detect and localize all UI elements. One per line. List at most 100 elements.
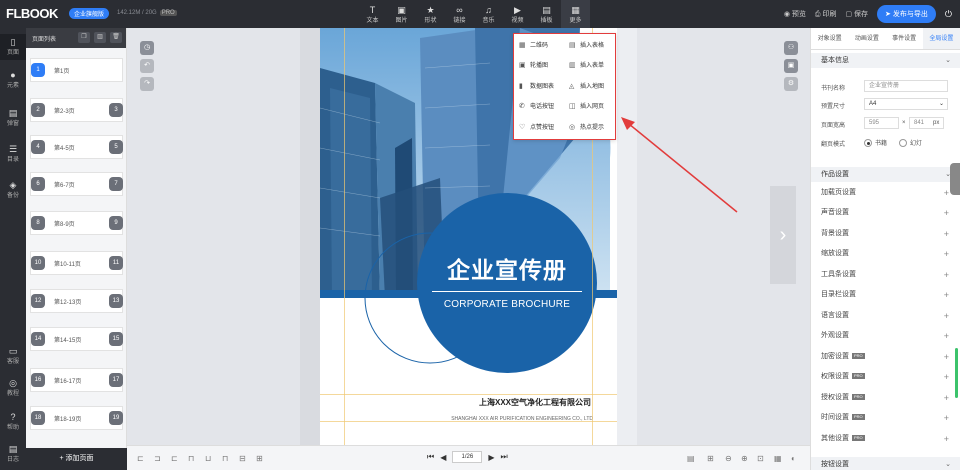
align-right-icon[interactable]: ⊏ [171,454,178,463]
copy-icon[interactable]: ❐ [78,32,90,43]
add-page-button[interactable]: + 添加页面 [26,448,127,470]
next-page-arrow[interactable]: › [770,186,796,284]
menu-like[interactable]: ♡ 点赞按钮 [516,118,566,138]
page-thumb[interactable]: 6 第6-7页 7 [26,172,127,200]
page-thumb[interactable]: 14 第14-15页 15 [26,327,127,355]
menu-qrcode[interactable]: ▦ 二维码 [516,36,566,56]
align-left-icon[interactable]: ⊏ [137,454,144,463]
prev-page-icon[interactable]: ◀ [440,453,446,462]
setting-toolbar[interactable]: 工具条设置 + [811,265,960,285]
nav-support[interactable]: ▭ 客服 [0,346,26,365]
align-middle-icon[interactable]: ⊔ [205,454,211,463]
redo-icon[interactable]: ↷ [140,77,154,91]
print-button[interactable]: ⎙ 印刷 [815,9,837,19]
power-icon[interactable]: ⏻ [945,9,952,20]
layout-icon[interactable]: ▦ [774,454,782,463]
setting-language[interactable]: 语言设置 + [811,306,960,326]
distribute-v-icon[interactable]: ⊞ [256,454,263,463]
align-center-icon[interactable]: ⊐ [154,454,161,463]
tab-global[interactable]: 全局设置 [922,28,960,49]
nav-help[interactable]: ? 帮助 [0,412,26,431]
zoom-in-icon[interactable]: ⊕ [741,454,748,463]
setting-other[interactable]: 其他设置 PRO + [811,429,960,449]
tool-board[interactable]: ▤ 插板 [532,0,561,28]
setting-encryption[interactable]: 加密设置 PRO + [811,347,960,367]
zoom-out-icon[interactable]: ⊖ [725,454,732,463]
preview-button[interactable]: ◉ 预览 [784,9,806,19]
setting-background[interactable]: 背景设置 + [811,224,960,244]
last-page-icon[interactable]: ⏭ [501,452,508,462]
first-page-icon[interactable]: ⏮ [427,452,434,462]
next-page-icon[interactable]: ▶ [488,453,494,462]
page-thumb[interactable]: 16 第16-17页 17 [26,368,127,396]
page-thumb[interactable]: 2 第2-3页 3 [26,98,127,126]
setting-permission[interactable]: 权限设置 PRO + [811,367,960,387]
tool-music[interactable]: ♫ 音乐 [474,0,503,28]
panel-collapse-handle[interactable] [950,163,960,195]
tool-text[interactable]: T 文本 [358,0,387,28]
book-name-input[interactable]: 企业宣传册 [864,80,948,92]
theme-icon[interactable]: ◐ [791,454,796,463]
nav-log[interactable]: ▤ 日志 [0,444,26,463]
menu-webpage[interactable]: ◫ 插入网页 [566,97,616,117]
nav-element[interactable]: ● 元素 [0,70,26,89]
tab-animation[interactable]: 动画设置 [848,28,885,49]
menu-phone[interactable]: ✆ 电话按钮 [516,97,566,117]
width-input[interactable]: 595 [864,117,899,129]
duplicate-icon[interactable]: ▥ [94,32,106,43]
nav-tutorial[interactable]: ◎ 教程 [0,378,26,397]
tool-image[interactable]: ▣ 图片 [387,0,416,28]
undo-icon[interactable]: ↶ [140,59,154,73]
setting-sound[interactable]: 声音设置 + [811,203,960,223]
nav-page[interactable]: ▯ 页面 [0,34,26,60]
flip-book-radio[interactable]: 书籍 [864,138,887,148]
tab-object[interactable]: 对象设置 [811,28,848,49]
cover-title-en[interactable]: CORPORATE BROCHURE [417,299,597,310]
add-user-icon[interactable]: ⚇ [784,41,798,55]
distribute-h-icon[interactable]: ⊟ [239,454,246,463]
cover-title-cn[interactable]: 企业宣传册 [417,251,597,285]
guide-icon[interactable]: ▤ [687,454,695,463]
page-thumb[interactable]: 12 第12-13页 13 [26,289,127,317]
trash-icon[interactable]: 🗑 [110,32,122,43]
publish-button[interactable]: ➤ 发布与导出 [877,5,936,23]
setting-time[interactable]: 时间设置 PRO + [811,408,960,428]
layer-icon[interactable]: ▣ [784,59,798,73]
setting-catalog-bar[interactable]: 目录栏设置 + [811,285,960,305]
panel-scrollbar[interactable] [955,348,958,398]
setting-authorization[interactable]: 授权设置 PRO + [811,388,960,408]
page-thumb[interactable]: 1 第1页 [26,58,127,86]
page-thumb[interactable]: 10 第10-11页 11 [26,251,127,279]
grid-icon[interactable]: ⊞ [707,454,714,463]
section-basic[interactable]: 基本信息 ⌄ [811,53,960,68]
page-thumb[interactable]: 18 第18-19页 19 [26,406,127,434]
nav-catalog[interactable]: ☰ 目录 [0,144,26,163]
section-button[interactable]: 按钮设置 ⌄ [811,457,960,470]
flip-slide-radio[interactable]: 幻灯 [899,138,922,148]
tool-shape[interactable]: ★ 形状 [416,0,445,28]
menu-form[interactable]: ▥ 插入表单 [566,56,616,76]
align-bottom-icon[interactable]: ⊓ [222,454,228,463]
menu-carousel[interactable]: ▣ 轮播图 [516,56,566,76]
menu-hotspot[interactable]: ◎ 热点提示 [566,118,616,138]
menu-table[interactable]: ▤ 插入表格 [566,36,616,56]
tool-more[interactable]: ▦ 更多 [561,0,590,28]
size-select[interactable]: A4 ⌄ [864,98,948,110]
fit-icon[interactable]: ⊡ [757,454,764,463]
setting-zoom[interactable]: 缩放设置 + [811,244,960,264]
nav-popup[interactable]: ▤ 弹窗 [0,108,26,127]
nav-backup[interactable]: ◈ 备份 [0,180,26,199]
menu-chart[interactable]: ▮ 数据图表 [516,77,566,97]
settings-icon[interactable]: ⚙ [784,77,798,91]
align-top-icon[interactable]: ⊓ [188,454,194,463]
section-works[interactable]: 作品设置 ⌄ [811,167,960,182]
page-thumb[interactable]: 8 第8-9页 9 [26,211,127,239]
setting-appearance[interactable]: 外观设置 + [811,326,960,346]
tab-event[interactable]: 事件设置 [886,28,923,49]
setting-loading[interactable]: 加载页设置 + [811,183,960,203]
tool-video[interactable]: ▶ 视频 [503,0,532,28]
page-indicator[interactable]: 1/26 [452,451,483,463]
tool-link[interactable]: ∞ 链接 [445,0,474,28]
history-icon[interactable]: ◷ [140,41,154,55]
company-name-cn[interactable]: 上海XXX空气净化工程有限公司 [320,397,617,408]
